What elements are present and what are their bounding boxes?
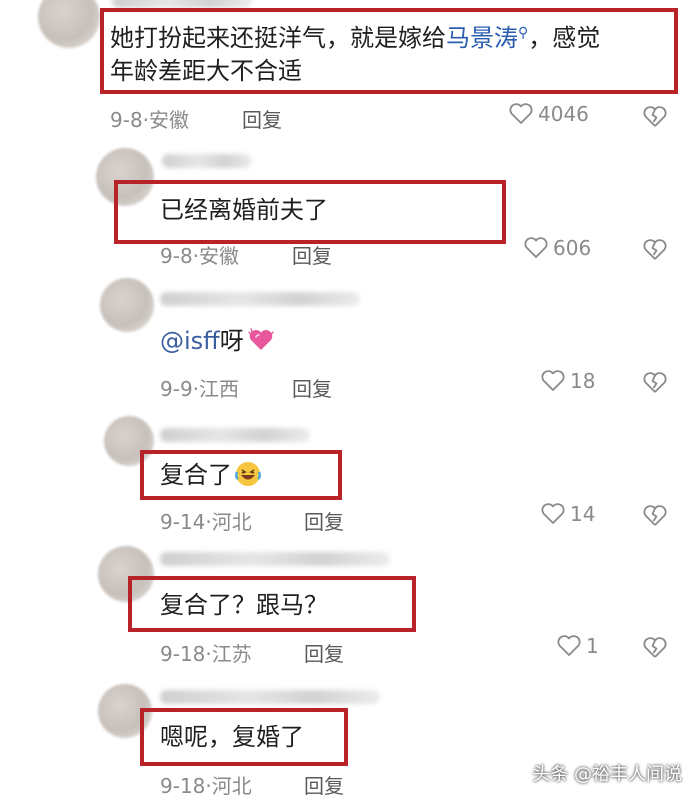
reply-button[interactable]: 回复 — [304, 770, 344, 799]
reply-button[interactable]: 回复 — [242, 104, 282, 133]
search-icon[interactable]: ⚲ — [518, 25, 528, 41]
comment-location: 河北 — [211, 510, 252, 534]
broken-heart-icon[interactable] — [642, 635, 668, 661]
reply-button[interactable]: 回复 — [304, 506, 344, 535]
comment-location: 江苏 — [211, 642, 252, 666]
watermark: 头条 @裕丰人间说 — [532, 764, 682, 785]
comment-meta: 9-18·河北 — [160, 770, 252, 799]
like-button[interactable]: 4046 — [508, 102, 589, 126]
reply-button[interactable]: 回复 — [292, 373, 332, 402]
comment-date: 9-14 — [160, 510, 206, 534]
comment-date: 9-8 — [110, 108, 143, 132]
reply-button[interactable]: 回复 — [304, 638, 344, 667]
comment-date: 9-8 — [160, 244, 193, 268]
avatar[interactable] — [100, 278, 154, 332]
laughing-tears-emoji-icon — [235, 462, 261, 486]
like-count: 4046 — [538, 102, 589, 126]
user-mention[interactable]: @isff — [160, 327, 220, 355]
comment-date: 9-9 — [160, 377, 193, 401]
comment-meta: 9-18·江苏 — [160, 638, 252, 667]
comment-date: 9-18 — [160, 774, 206, 798]
topic-link[interactable]: 马景涛 — [446, 24, 518, 52]
broken-heart-icon[interactable] — [642, 237, 668, 263]
sparkling-heart-emoji-icon — [248, 328, 274, 350]
comment-text: 已经离婚前夫了 — [160, 196, 328, 224]
username-blurred[interactable] — [162, 154, 252, 168]
comment-text-line2: 年龄差距大不合适 — [110, 57, 302, 85]
like-button[interactable]: 606 — [523, 236, 591, 260]
like-count: 606 — [553, 236, 592, 260]
comment-location: 河北 — [211, 774, 252, 798]
heart-outline-icon — [524, 237, 548, 258]
comment-text: @isff呀 — [160, 324, 274, 358]
comment-date: 9-18 — [160, 642, 206, 666]
reply-button[interactable]: 回复 — [292, 240, 332, 269]
comment-meta: 9-8·安徽 — [160, 240, 239, 269]
comment-location: 江西 — [199, 377, 240, 401]
comment-meta: 9-14·河北 — [160, 506, 252, 535]
comment-text-part: 呀 — [219, 327, 244, 355]
broken-heart-icon[interactable] — [642, 503, 668, 529]
username-blurred[interactable] — [160, 552, 390, 566]
comment-text-part: 复合了 — [160, 461, 232, 489]
username-blurred[interactable] — [160, 690, 380, 704]
like-button[interactable]: 18 — [540, 369, 595, 393]
like-button[interactable]: 14 — [540, 502, 595, 526]
username-blurred[interactable] — [160, 428, 310, 442]
comment-meta: 9-8·安徽 — [110, 104, 189, 133]
comment-text: 复合了？跟马？ — [160, 591, 328, 619]
comment-location: 安徽 — [199, 244, 240, 268]
comment-text: 复合了 — [160, 458, 262, 492]
like-count: 1 — [586, 634, 599, 658]
like-count: 14 — [570, 502, 596, 526]
like-button[interactable]: 1 — [556, 634, 599, 658]
username-blurred[interactable] — [160, 292, 360, 306]
heart-outline-icon — [541, 503, 565, 524]
comment-text-part: 她打扮起来还挺洋气，就是嫁给 — [110, 24, 446, 52]
broken-heart-icon[interactable] — [642, 370, 668, 396]
heart-outline-icon — [509, 103, 533, 124]
like-count: 18 — [570, 369, 596, 393]
heart-outline-icon — [557, 635, 581, 656]
broken-heart-icon[interactable] — [642, 104, 668, 130]
comment-text: 嗯呢，复婚了 — [160, 723, 304, 751]
comment-meta: 9-9·江西 — [160, 373, 239, 402]
comment-location: 安徽 — [149, 108, 190, 132]
comment-text-part: ，感觉 — [528, 24, 601, 52]
comment-text: 她打扮起来还挺洋气，就是嫁给马景涛⚲，感觉 — [110, 16, 600, 55]
username-blurred[interactable] — [112, 0, 252, 8]
avatar[interactable] — [38, 0, 100, 48]
heart-outline-icon — [541, 370, 565, 391]
